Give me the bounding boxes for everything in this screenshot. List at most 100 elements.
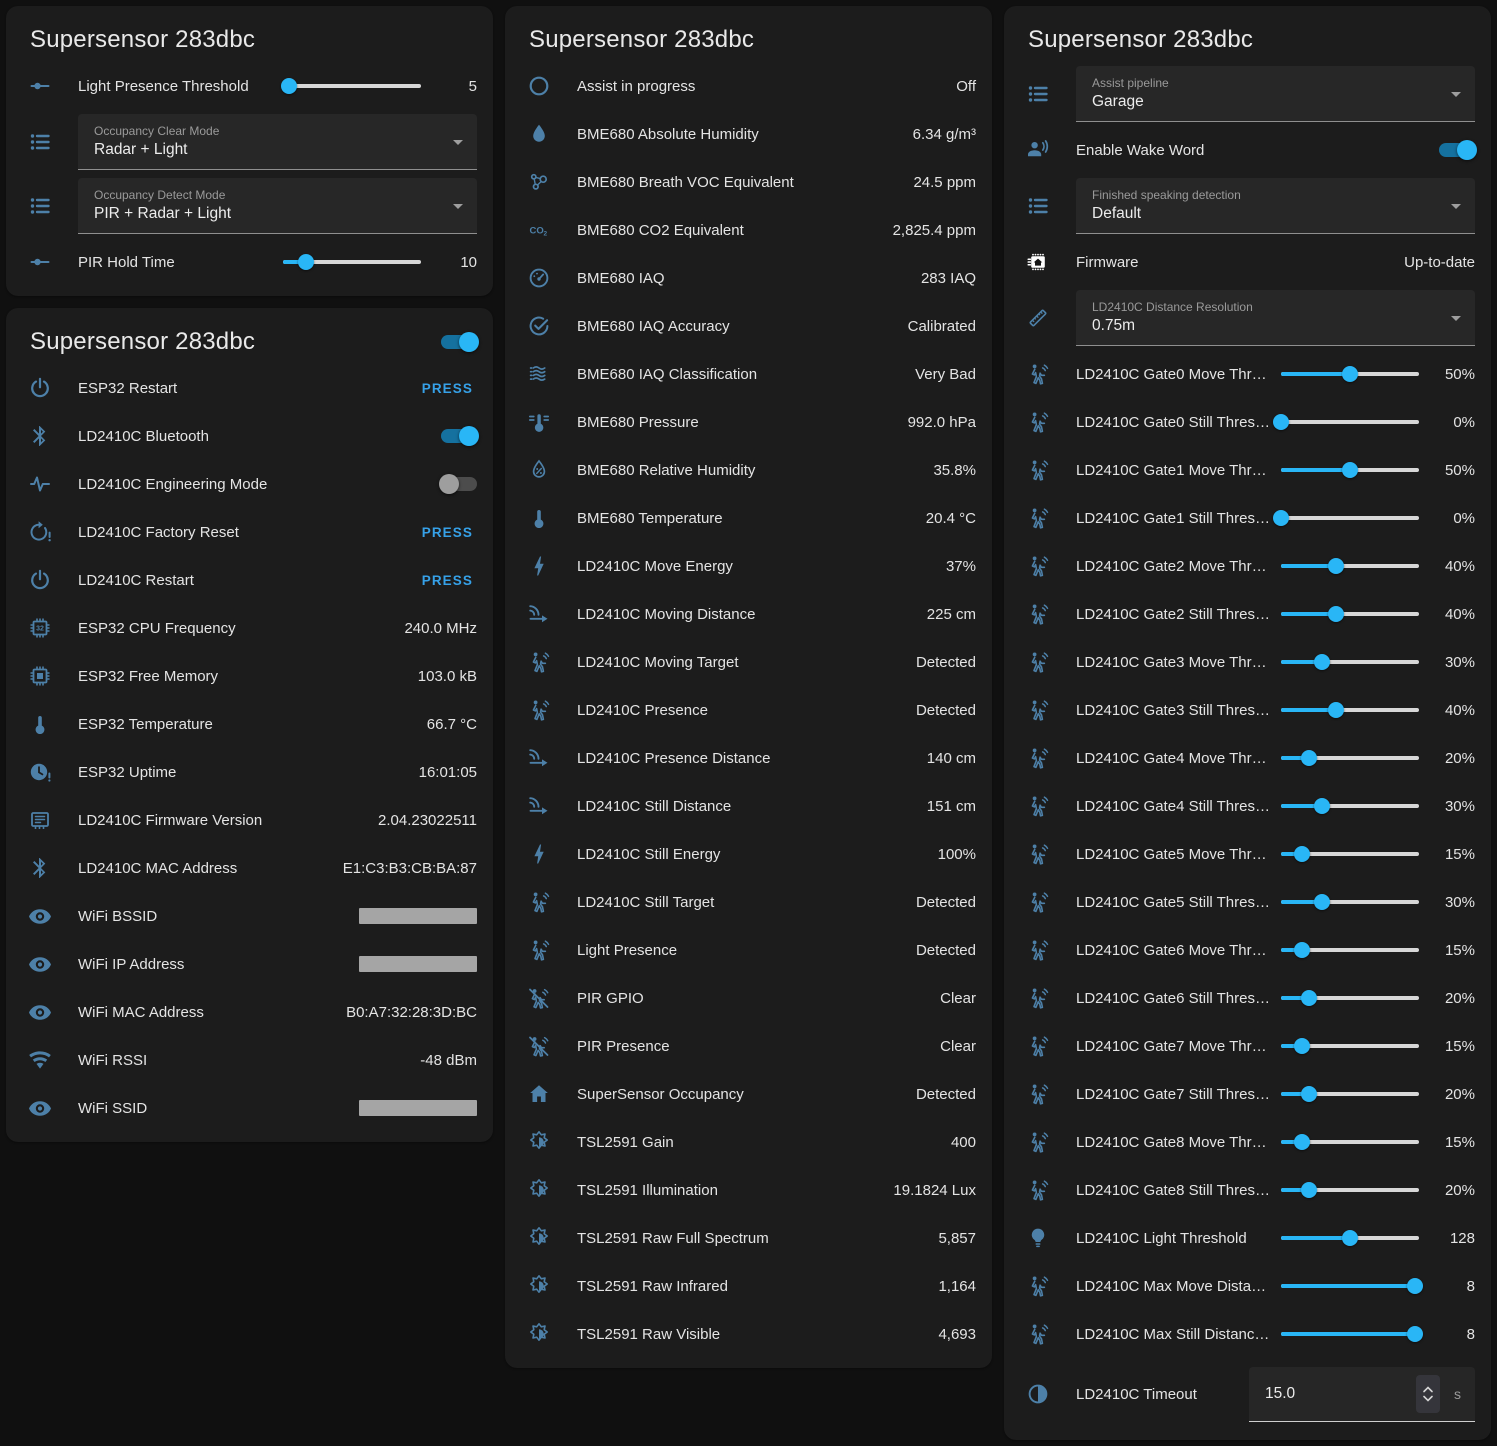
row-bme680-iaq-accuracy[interactable]: BME680 IAQ AccuracyCalibrated: [505, 302, 992, 350]
slider-knob[interactable]: [281, 78, 297, 94]
slider-knob[interactable]: [1294, 846, 1310, 862]
row-pir-presence[interactable]: PIR PresenceClear: [505, 1022, 992, 1070]
slider-knob[interactable]: [1294, 1134, 1310, 1150]
toggle-switch[interactable]: [1439, 143, 1475, 157]
row-ld2410c-gate3-move-thr[interactable]: LD2410C Gate3 Move Thr…30%: [1004, 638, 1491, 686]
number-input-ld2410c-timeout[interactable]: 15.0s: [1249, 1367, 1475, 1422]
row-light-presence[interactable]: Light PresenceDetected: [505, 926, 992, 974]
row-esp32-uptime[interactable]: ESP32 Uptime16:01:05: [6, 748, 493, 796]
row-ld2410c-firmware-version[interactable]: LD2410C Firmware Version2.04.23022511: [6, 796, 493, 844]
slider-knob[interactable]: [1301, 1182, 1317, 1198]
row-ld2410c-gate5-move-thr[interactable]: LD2410C Gate5 Move Thr…15%: [1004, 830, 1491, 878]
slider-knob[interactable]: [1301, 750, 1317, 766]
press-button[interactable]: PRESS: [418, 375, 477, 402]
row-bme680-iaq-classification[interactable]: BME680 IAQ ClassificationVery Bad: [505, 350, 992, 398]
row-ld2410c-gate3-still-thres[interactable]: LD2410C Gate3 Still Thres…40%: [1004, 686, 1491, 734]
slider[interactable]: [1281, 748, 1419, 768]
slider[interactable]: [1281, 1324, 1419, 1344]
toggle-switch[interactable]: [441, 335, 477, 349]
slider[interactable]: [1281, 1276, 1419, 1296]
slider-knob[interactable]: [1328, 606, 1344, 622]
row-tsl2591-raw-full-spectrum[interactable]: TSL2591 Raw Full Spectrum5,857: [505, 1214, 992, 1262]
row-ld2410c-gate4-still-thres[interactable]: LD2410C Gate4 Still Thres…30%: [1004, 782, 1491, 830]
select-occupancy-detect-mode[interactable]: Occupancy Detect ModePIR + Radar + Light: [78, 178, 477, 234]
row-tsl2591-gain[interactable]: TSL2591 Gain400: [505, 1118, 992, 1166]
press-button[interactable]: PRESS: [418, 519, 477, 546]
row-ld2410c-presence-distance[interactable]: LD2410C Presence Distance140 cm: [505, 734, 992, 782]
row-esp32-restart[interactable]: ESP32 RestartPRESS: [6, 364, 493, 412]
row-ld2410c-bluetooth[interactable]: LD2410C Bluetooth: [6, 412, 493, 460]
toggle-switch[interactable]: [441, 477, 477, 491]
slider-knob[interactable]: [1301, 990, 1317, 1006]
row-tsl2591-illumination[interactable]: TSL2591 Illumination19.1824 Lux: [505, 1166, 992, 1214]
slider[interactable]: [1281, 412, 1419, 432]
slider[interactable]: [283, 252, 421, 272]
select-assist-pipeline[interactable]: Assist pipelineGarage: [1076, 66, 1475, 122]
stepper-control[interactable]: [1416, 1375, 1440, 1413]
slider-knob[interactable]: [1301, 1086, 1317, 1102]
row-ld2410c-max-still-distanc[interactable]: LD2410C Max Still Distanc…8: [1004, 1310, 1491, 1358]
slider-knob[interactable]: [1342, 462, 1358, 478]
toggle-switch[interactable]: [441, 429, 477, 443]
slider[interactable]: [1281, 364, 1419, 384]
row-ld2410c-gate2-still-thres[interactable]: LD2410C Gate2 Still Thres…40%: [1004, 590, 1491, 638]
row-ld2410c-factory-reset[interactable]: LD2410C Factory ResetPRESS: [6, 508, 493, 556]
slider-knob[interactable]: [1294, 942, 1310, 958]
row-bme680-pressure[interactable]: BME680 Pressure992.0 hPa: [505, 398, 992, 446]
slider[interactable]: [1281, 700, 1419, 720]
slider-knob[interactable]: [1407, 1278, 1423, 1294]
row-bme680-temperature[interactable]: BME680 Temperature20.4 °C: [505, 494, 992, 542]
press-button[interactable]: PRESS: [418, 567, 477, 594]
row-wifi-bssid[interactable]: WiFi BSSID: [6, 892, 493, 940]
row-pir-hold-time[interactable]: PIR Hold Time10: [6, 238, 493, 286]
slider[interactable]: [1281, 1132, 1419, 1152]
select-finished-speaking-detection[interactable]: Finished speaking detectionDefault: [1076, 178, 1475, 234]
row-ld2410c-mac-address[interactable]: LD2410C MAC AddressE1:C3:B3:CB:BA:87: [6, 844, 493, 892]
slider[interactable]: [1281, 508, 1419, 528]
row-ld2410c-max-move-dista[interactable]: LD2410C Max Move Dista…8: [1004, 1262, 1491, 1310]
row-ld2410c-moving-distance[interactable]: LD2410C Moving Distance225 cm: [505, 590, 992, 638]
row-ld2410c-move-energy[interactable]: LD2410C Move Energy37%: [505, 542, 992, 590]
row-bme680-absolute-humidity[interactable]: BME680 Absolute Humidity6.34 g/m³: [505, 110, 992, 158]
slider-knob[interactable]: [1314, 894, 1330, 910]
slider-knob[interactable]: [1407, 1326, 1423, 1342]
row-wifi-mac-address[interactable]: WiFi MAC AddressB0:A7:32:28:3D:BC: [6, 988, 493, 1036]
row-ld2410c-gate6-move-thr[interactable]: LD2410C Gate6 Move Thr…15%: [1004, 926, 1491, 974]
slider[interactable]: [283, 76, 421, 96]
row-ld2410c-gate8-still-thres[interactable]: LD2410C Gate8 Still Thres…20%: [1004, 1166, 1491, 1214]
row-bme680-iaq[interactable]: BME680 IAQ283 IAQ: [505, 254, 992, 302]
row-tsl2591-raw-infrared[interactable]: TSL2591 Raw Infrared1,164: [505, 1262, 992, 1310]
row-esp32-temperature[interactable]: ESP32 Temperature66.7 °C: [6, 700, 493, 748]
row-ld2410c-gate5-still-thres[interactable]: LD2410C Gate5 Still Thres…30%: [1004, 878, 1491, 926]
slider-knob[interactable]: [298, 254, 314, 270]
slider[interactable]: [1281, 460, 1419, 480]
slider[interactable]: [1281, 556, 1419, 576]
row-ld2410c-gate0-move-thr[interactable]: LD2410C Gate0 Move Thr…50%: [1004, 350, 1491, 398]
slider[interactable]: [1281, 892, 1419, 912]
row-enable-wake-word[interactable]: Enable Wake Word: [1004, 126, 1491, 174]
slider-knob[interactable]: [1314, 798, 1330, 814]
slider[interactable]: [1281, 796, 1419, 816]
row-bme680-relative-humidity[interactable]: BME680 Relative Humidity35.8%: [505, 446, 992, 494]
slider-knob[interactable]: [1342, 1230, 1358, 1246]
slider[interactable]: [1281, 988, 1419, 1008]
slider[interactable]: [1281, 1228, 1419, 1248]
select-ld2410c-distance-resolution[interactable]: LD2410C Distance Resolution0.75m: [1076, 290, 1475, 346]
row-ld2410c-gate2-move-thr[interactable]: LD2410C Gate2 Move Thr…40%: [1004, 542, 1491, 590]
slider-knob[interactable]: [1273, 510, 1289, 526]
row-ld2410c-light-threshold[interactable]: LD2410C Light Threshold128: [1004, 1214, 1491, 1262]
row-ld2410c-gate6-still-thres[interactable]: LD2410C Gate6 Still Thres…20%: [1004, 974, 1491, 1022]
row-ld2410c-still-energy[interactable]: LD2410C Still Energy100%: [505, 830, 992, 878]
slider[interactable]: [1281, 604, 1419, 624]
slider-knob[interactable]: [1314, 654, 1330, 670]
row-ld2410c-engineering-mode[interactable]: LD2410C Engineering Mode: [6, 460, 493, 508]
slider-knob[interactable]: [1328, 702, 1344, 718]
row-wifi-ssid[interactable]: WiFi SSID: [6, 1084, 493, 1132]
slider[interactable]: [1281, 1036, 1419, 1056]
slider[interactable]: [1281, 940, 1419, 960]
row-ld2410c-moving-target[interactable]: LD2410C Moving TargetDetected: [505, 638, 992, 686]
select-occupancy-clear-mode[interactable]: Occupancy Clear ModeRadar + Light: [78, 114, 477, 170]
row-pir-gpio[interactable]: PIR GPIOClear: [505, 974, 992, 1022]
row-esp32-cpu-frequency[interactable]: 32ESP32 CPU Frequency240.0 MHz: [6, 604, 493, 652]
slider[interactable]: [1281, 1084, 1419, 1104]
